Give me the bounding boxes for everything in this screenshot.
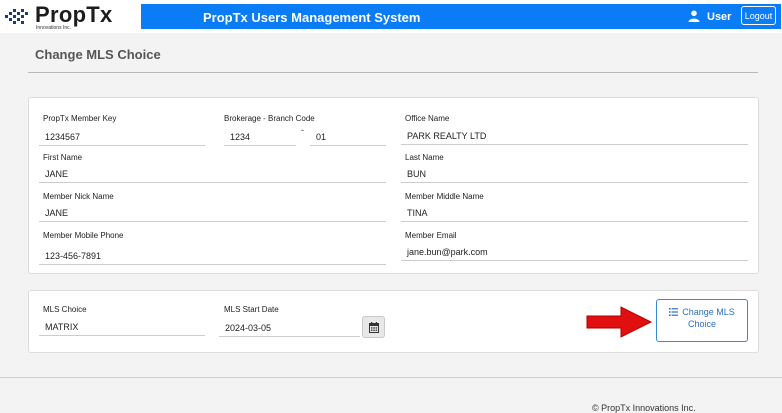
change-button-label-line1: Change MLS xyxy=(682,307,735,317)
logout-button[interactable]: Logout xyxy=(741,6,776,25)
branch-code-field[interactable]: 01 xyxy=(310,128,386,146)
brokerage-code-field[interactable]: 1234 xyxy=(224,128,296,146)
office-name-field[interactable]: PARK REALTY LTD xyxy=(401,127,748,145)
member-email-field[interactable]: jane.bun@park.com xyxy=(401,243,748,261)
member-key-field[interactable]: 1234567 xyxy=(39,128,205,146)
red-arrow-icon xyxy=(586,306,653,338)
change-button-label-line2: Choice xyxy=(687,319,716,329)
mls-start-date-label: MLS Start Date xyxy=(224,305,279,314)
footer-divider xyxy=(0,377,782,378)
calendar-button[interactable] xyxy=(362,316,385,338)
office-name-label: Office Name xyxy=(405,114,450,123)
first-name-field[interactable]: JANE xyxy=(39,165,386,183)
user-icon xyxy=(688,10,700,22)
middle-name-field[interactable]: TINA xyxy=(401,204,748,222)
top-bar: PropTx Innovations Inc. PropTx Users Man… xyxy=(0,0,782,33)
mls-choice-field[interactable]: MATRIX xyxy=(39,318,205,336)
change-mls-choice-button[interactable]: Change MLS Choice xyxy=(656,299,748,342)
list-icon xyxy=(669,308,679,316)
first-name-label: First Name xyxy=(43,153,83,162)
mls-start-date-field[interactable]: 2024-03-05 xyxy=(219,319,360,337)
middle-name-label: Member Middle Name xyxy=(405,192,484,201)
header-banner: PropTx Users Management System User Logo… xyxy=(141,4,781,29)
title-divider xyxy=(28,72,758,73)
proptx-logo: PropTx Innovations Inc. xyxy=(5,2,135,31)
logo-subtitle: Innovations Inc. xyxy=(36,25,72,31)
system-title: PropTx Users Management System xyxy=(203,10,421,25)
brokerage-branch-label: Brokerage - Branch Code xyxy=(224,114,315,123)
logo-dots-icon xyxy=(5,9,29,25)
member-email-label: Member Email xyxy=(405,231,457,240)
page-title: Change MLS Choice xyxy=(35,47,161,62)
mls-choice-label: MLS Choice xyxy=(43,305,87,314)
user-menu[interactable]: User xyxy=(707,11,731,23)
member-key-label: PropTx Member Key xyxy=(43,114,117,123)
nick-name-label: Member Nick Name xyxy=(43,192,114,201)
member-info-card: PropTx Member Key 1234567 Brokerage - Br… xyxy=(28,97,759,274)
calendar-icon xyxy=(369,322,379,333)
last-name-field[interactable]: BUN xyxy=(401,165,748,183)
last-name-label: Last Name xyxy=(405,153,444,162)
mobile-phone-field[interactable]: 123-456-7891 xyxy=(39,247,386,265)
mobile-phone-label: Member Mobile Phone xyxy=(43,231,124,240)
nick-name-field[interactable]: JANE xyxy=(39,204,386,222)
branch-separator: - xyxy=(301,125,304,135)
